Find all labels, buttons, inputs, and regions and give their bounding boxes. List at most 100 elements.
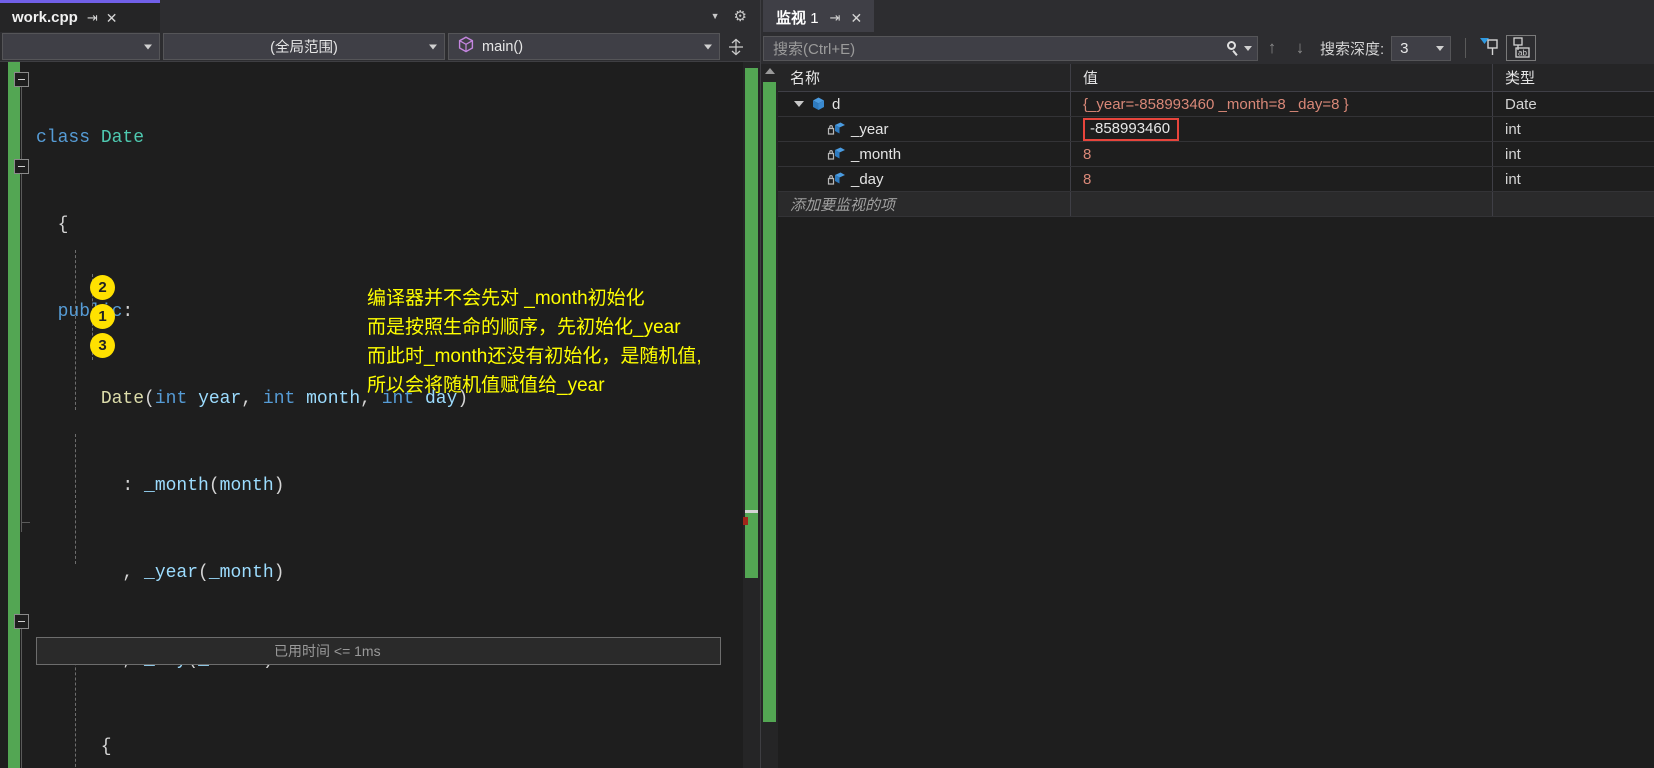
watch-variable-value: 8 [1083,145,1092,163]
cube-icon [458,36,474,57]
scrollbar-thumb[interactable] [763,82,776,722]
project-selector[interactable] [2,33,160,60]
code-line: { [36,737,112,757]
search-depth-selector[interactable]: 3 [1391,35,1452,61]
watch-row-type-cell: int [1493,117,1654,141]
fold-toggle-class[interactable] [14,72,29,87]
fold-toggle-ctor[interactable] [14,159,29,174]
pin-icon[interactable]: ⇥ [87,11,98,24]
gear-icon[interactable]: ⚙ [734,7,747,25]
indent-guide [21,629,22,768]
watch-tab-number: 1 [810,10,819,27]
pin-filter-icon[interactable] [1476,35,1506,61]
search-depth-label: 搜索深度: [1320,40,1385,58]
elapsed-time-label: 已用时间 <= 1ms [274,643,381,659]
pin-icon[interactable]: ⇥ [830,11,841,24]
annotation-line-3: 而此时_month还没有初始化，是随机值, [367,346,702,367]
fold-toggle-main[interactable] [14,614,29,629]
add-watch-value-cell[interactable] [1071,192,1493,216]
watch-row-name-cell[interactable]: _year [778,117,1071,141]
search-input[interactable]: 搜索(Ctrl+E) [763,35,1258,61]
watch-variable-type: Date [1505,95,1537,113]
indent-guide-dashed [75,250,76,410]
search-next-button[interactable]: ↓ [1286,38,1314,58]
search-icon[interactable] [1226,40,1241,56]
watch-variable-name: _month [851,145,902,163]
fold-margin[interactable] [0,62,36,768]
code-surface[interactable]: class Date { public: Date(int year, int … [0,62,760,768]
scroll-up-icon[interactable] [765,68,775,74]
annotation-line-4: 所以会将随机值赋值给_year [367,375,605,396]
watch-variable-type: int [1505,120,1521,138]
watch-vertical-scrollbar[interactable] [761,64,778,768]
column-header-type[interactable]: 类型 [1493,64,1654,91]
add-watch-placeholder[interactable]: 添加要监视的项 [778,192,1071,216]
code-line: , _year(_month) [36,563,285,583]
chevron-down-icon[interactable] [1244,45,1252,51]
scope-selector[interactable]: (全局范围) [163,33,445,60]
editor-tabstrip: work.cpp ⇥ ✕ ▼ ⚙ [0,0,760,32]
private-field-icon [827,171,846,187]
code-line: { [36,215,69,235]
svg-text:ab: ab [1518,49,1527,58]
private-field-icon [827,121,846,137]
watch-row-value-cell[interactable]: 8 [1071,167,1493,191]
table-row[interactable]: _year -858993460 int [778,117,1654,142]
indent-guide-dashed [75,434,76,564]
annotation-line-1: 编译器并不会先对 _month初始化 [367,288,645,309]
watch-row-value-cell[interactable]: -858993460 [1071,117,1493,141]
editor-navigation-bar: (全局范围) main() [0,32,760,62]
watch-toolbar: 搜索(Ctrl+E) ↑ ↓ 搜索深度: 3 ab [761,32,1654,64]
hex-display-icon[interactable]: ab [1506,35,1537,61]
table-row[interactable]: d {_year=-858993460 _month=8 _day=8 } Da… [778,92,1654,117]
close-icon[interactable]: ✕ [850,11,862,25]
search-depth-value: 3 [1400,39,1409,57]
column-header-name[interactable]: 名称 [778,64,1071,91]
watch-row-name-cell[interactable]: d [778,92,1071,116]
search-placeholder: 搜索(Ctrl+E) [773,40,856,58]
order-bubble-1: 1 [90,304,115,329]
watch-tabstrip: 监视 1 ⇥ ✕ [761,0,1654,32]
add-watch-type-cell [1493,192,1654,216]
visual-studio-window: work.cpp ⇥ ✕ ▼ ⚙ (全局范围) main() class Dat… [0,0,1654,768]
watch-variable-name: d [832,95,841,113]
member-selector-value: main() [482,38,524,55]
indent-guide [21,87,22,163]
watch-row-value-cell[interactable]: {_year=-858993460 _month=8 _day=8 } [1071,92,1493,116]
table-row[interactable]: _day 8 int [778,167,1654,192]
close-icon[interactable]: ✕ [106,11,118,25]
watch-window-pane: 监视 1 ⇥ ✕ 搜索(Ctrl+E) ↑ ↓ 搜索深度: 3 ab 名称 值 … [760,0,1654,768]
search-prev-button[interactable]: ↑ [1258,38,1286,58]
member-selector[interactable]: main() [448,33,720,60]
tabstrip-right-controls: ▼ ⚙ [711,0,760,32]
code-line: class Date [36,128,145,148]
scrollbar-thumb[interactable] [745,68,758,578]
chevron-down-icon[interactable]: ▼ [711,11,720,21]
chevron-down-icon [429,44,437,49]
toolbar-separator [1465,38,1467,58]
annotation-line-2: 而是按照生命的顺序，先初始化_year [367,317,681,338]
watch-variable-value: 8 [1083,170,1092,188]
current-statement-highlight: 已用时间 <= 1ms [36,637,721,665]
scrollbar-caret-mark [745,510,758,513]
split-view-icon[interactable] [721,32,751,61]
column-header-value[interactable]: 值 [1071,64,1493,91]
watch-row-value-cell[interactable]: 8 [1071,142,1493,166]
watch-grid-header: 名称 值 类型 [778,64,1654,92]
watch-row-name-cell[interactable]: _day [778,167,1071,191]
indent-guide-dashed [75,647,76,768]
watch-variable-name: _year [851,120,889,138]
object-icon [810,96,827,112]
document-tab-work-cpp[interactable]: work.cpp ⇥ ✕ [0,0,160,32]
watch-row-type-cell: int [1493,142,1654,166]
scope-selector-value: (全局范围) [270,40,338,56]
watch-tab-1[interactable]: 监视 1 ⇥ ✕ [763,0,875,32]
expand-collapse-toggle[interactable] [792,101,805,107]
editor-vertical-scrollbar[interactable] [743,62,760,768]
table-row[interactable]: _month 8 int [778,142,1654,167]
watch-variable-value-highlighted[interactable]: -858993460 [1083,117,1180,141]
add-watch-item-row[interactable]: 添加要监视的项 [778,192,1654,217]
watch-row-name-cell[interactable]: _month [778,142,1071,166]
watch-row-type-cell: Date [1493,92,1654,116]
indent-guide-foot [21,522,30,523]
